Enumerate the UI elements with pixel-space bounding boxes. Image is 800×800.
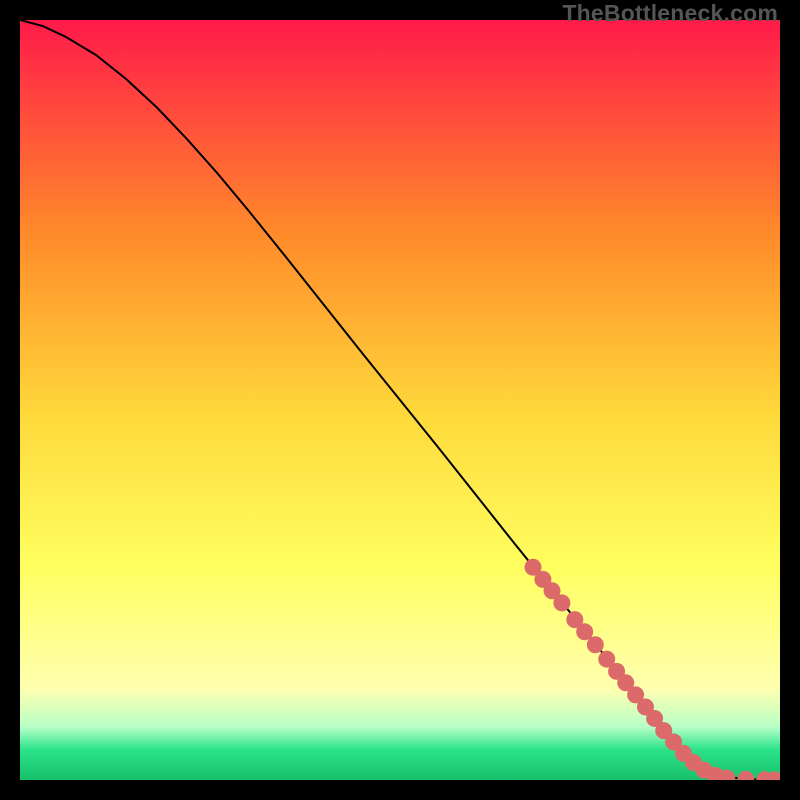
data-marker: [587, 636, 604, 653]
plot-frame: [20, 20, 780, 780]
chart-stage: TheBottleneck.com: [0, 0, 800, 800]
plot-svg: [20, 20, 780, 780]
watermark-text: TheBottleneck.com: [562, 0, 778, 27]
data-marker: [553, 594, 570, 611]
